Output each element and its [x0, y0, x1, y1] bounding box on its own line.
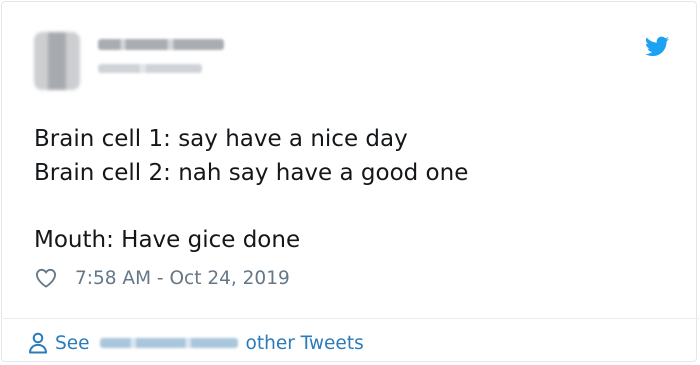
tweet-timestamp[interactable]: 7:58 AM - Oct 24, 2019	[75, 268, 290, 289]
avatar[interactable]	[34, 32, 80, 90]
see-other-tweets-link[interactable]: See other Tweets	[28, 329, 364, 357]
tweet-meta: 7:58 AM - Oct 24, 2019	[35, 266, 290, 290]
redacted-username	[99, 338, 238, 348]
divider	[3, 318, 699, 319]
tweet-line: Brain cell 1: say have a nice day	[34, 126, 408, 152]
tweet-line: Brain cell 2: nah say have a good one	[34, 159, 469, 186]
twitter-bird-icon[interactable]	[645, 36, 669, 57]
see-label: See	[55, 332, 90, 354]
tweet-text: Brain cell 1: say have a nice day Brain …	[34, 123, 468, 257]
person-icon	[29, 332, 47, 354]
tweet-card: Brain cell 1: say have a nice day Brain …	[1, 1, 699, 362]
other-tweets-label: other Tweets	[245, 332, 364, 354]
author-handle-redacted[interactable]	[98, 64, 202, 73]
tweet-line: Mouth: Have gice done	[34, 226, 301, 253]
author-name-redacted[interactable]	[98, 39, 224, 50]
heart-icon[interactable]	[35, 268, 57, 288]
